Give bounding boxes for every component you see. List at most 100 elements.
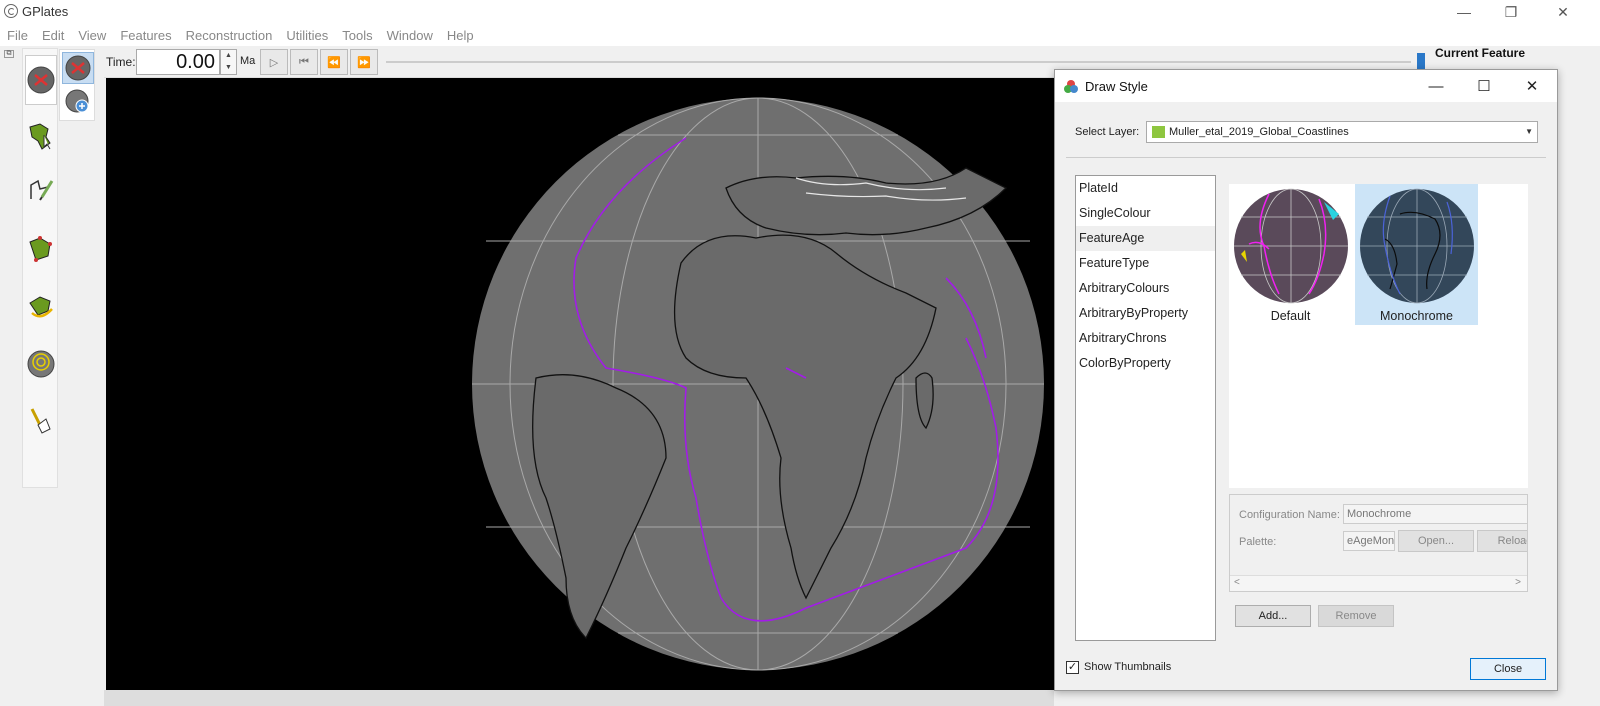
play-button[interactable]: ▷	[260, 49, 288, 75]
pole-manipulation-tool[interactable]	[25, 281, 57, 331]
dialog-title: Draw Style	[1085, 79, 1148, 94]
close-window-button[interactable]: ✕	[1540, 0, 1586, 24]
list-item[interactable]: FeatureAge	[1076, 226, 1215, 251]
globe-tool-options	[59, 49, 95, 121]
scroll-left-icon[interactable]: <	[1234, 577, 1240, 588]
menu-view[interactable]: View	[71, 24, 113, 46]
palette-label: Palette:	[1239, 536, 1277, 548]
digitise-geometry-icon	[30, 179, 54, 201]
measure-distance-tool[interactable]	[25, 395, 57, 445]
dialog-title-bar: Draw Style — ☐ ✕	[1055, 70, 1557, 102]
pole-manipulation-icon	[29, 296, 53, 318]
current-feature-heading: Current Feature	[1435, 46, 1526, 60]
menu-window[interactable]: Window	[380, 24, 440, 46]
config-name-field[interactable]: Monochrome	[1343, 504, 1527, 524]
reload-palette-button[interactable]: Reload	[1477, 530, 1527, 552]
time-label: Time:	[106, 55, 136, 69]
reset-icon: ⏮	[299, 55, 309, 68]
menu-features[interactable]: Features	[113, 24, 178, 46]
select-layer-label: Select Layer:	[1075, 126, 1140, 138]
play-icon: ▷	[269, 56, 279, 69]
menu-help[interactable]: Help	[440, 24, 481, 46]
palette-field[interactable]: eAgeMono	[1343, 531, 1395, 551]
zoom-globe-option[interactable]	[62, 86, 94, 118]
chevron-down-icon: ▼	[1525, 127, 1533, 136]
move-vertex-tool[interactable]	[25, 224, 57, 274]
gplates-logo-icon	[4, 4, 18, 18]
small-circle-tool[interactable]	[25, 339, 57, 389]
drag-globe-option[interactable]	[62, 52, 94, 84]
dialog-close-button[interactable]: ✕	[1509, 70, 1555, 102]
menu-utilities[interactable]: Utilities	[279, 24, 335, 46]
configuration-panel: Configuration Name: Monochrome Palette: …	[1229, 494, 1528, 592]
step-back-icon: ⏪	[327, 56, 341, 69]
selected-layer-value: Muller_etal_2019_Global_Coastlines	[1169, 126, 1349, 138]
time-slider[interactable]	[386, 61, 1411, 63]
toolbar-float-handle[interactable]: ⧉	[4, 50, 14, 58]
window-title: GPlates	[22, 4, 69, 19]
thumbnail-caption: Monochrome	[1380, 309, 1453, 323]
drag-globe-icon	[65, 55, 91, 81]
divider	[1066, 157, 1546, 158]
select-layer-dropdown[interactable]: Muller_etal_2019_Global_Coastlines ▼	[1146, 121, 1538, 143]
thumbnail-default[interactable]: Default	[1229, 184, 1352, 325]
restore-button[interactable]: ❐	[1488, 0, 1534, 24]
reset-button[interactable]: ⏮	[290, 49, 318, 75]
globe-viewport[interactable]	[106, 78, 1056, 690]
close-button[interactable]: Close	[1470, 658, 1546, 680]
list-item[interactable]: ColorByProperty	[1076, 351, 1215, 376]
list-item[interactable]: ArbitraryColours	[1076, 276, 1215, 301]
add-button[interactable]: Add...	[1235, 605, 1311, 627]
time-input[interactable]: 0.00	[136, 49, 220, 75]
time-spinner[interactable]: ▲ ▼	[220, 49, 237, 75]
dialog-minimize-button[interactable]: —	[1413, 70, 1459, 102]
drag-globe-icon	[27, 66, 55, 94]
step-forward-icon: ⏩	[357, 56, 371, 69]
move-vertex-icon	[29, 236, 52, 262]
menu-tools[interactable]: Tools	[335, 24, 379, 46]
thumbnail-monochrome[interactable]: Monochrome	[1355, 184, 1478, 325]
spin-up-icon[interactable]: ▲	[221, 50, 236, 62]
list-item[interactable]: FeatureType	[1076, 251, 1215, 276]
style-thumbnails: Default Monochrome	[1229, 184, 1528, 488]
list-item[interactable]: SingleColour	[1076, 201, 1215, 226]
step-back-button[interactable]: ⏪	[320, 49, 348, 75]
choose-feature-icon	[29, 123, 51, 150]
status-strip	[104, 690, 1054, 706]
zoom-globe-icon	[65, 89, 89, 113]
scroll-right-icon[interactable]: >	[1515, 577, 1521, 588]
digitise-geometry-tool[interactable]	[25, 165, 57, 215]
remove-button[interactable]: Remove	[1318, 605, 1394, 627]
tool-palette: ⧉	[0, 46, 104, 706]
menu-file[interactable]: File	[0, 24, 35, 46]
menu-reconstruction[interactable]: Reconstruction	[179, 24, 280, 46]
step-forward-button[interactable]: ⏩	[350, 49, 378, 75]
config-name-label: Configuration Name:	[1239, 509, 1340, 521]
minimize-button[interactable]: —	[1441, 0, 1487, 24]
monochrome-globe-thumbnail	[1360, 188, 1474, 304]
dialog-maximize-button[interactable]: ☐	[1461, 70, 1507, 102]
spin-down-icon[interactable]: ▼	[221, 62, 236, 74]
horizontal-scrollbar[interactable]: < >	[1230, 575, 1527, 591]
globe-render	[472, 97, 1044, 671]
show-thumbnails-checkbox[interactable]: ✓	[1066, 661, 1079, 674]
default-globe-thumbnail	[1234, 188, 1348, 304]
show-thumbnails-label: Show Thumbnails	[1084, 661, 1172, 673]
measure-distance-icon	[30, 408, 51, 434]
list-item[interactable]: ArbitraryByProperty	[1076, 301, 1215, 326]
layer-color-swatch	[1152, 126, 1165, 138]
draw-style-icon	[1064, 80, 1078, 93]
small-circle-icon	[27, 350, 55, 378]
tool-column	[22, 48, 58, 488]
list-item[interactable]: PlateId	[1076, 176, 1215, 201]
menu-edit[interactable]: Edit	[35, 24, 71, 46]
menu-bar: File Edit View Features Reconstruction U…	[0, 24, 1600, 46]
thumbnail-caption: Default	[1270, 309, 1311, 323]
choose-feature-tool[interactable]	[25, 111, 57, 161]
open-palette-button[interactable]: Open...	[1398, 530, 1474, 552]
style-category-list: PlateId SingleColour FeatureAge FeatureT…	[1075, 175, 1216, 641]
window-title-bar: GPlates — ❐ ✕	[0, 0, 1600, 24]
list-item[interactable]: ArbitraryChrons	[1076, 326, 1215, 351]
draw-style-dialog: Draw Style — ☐ ✕ Select Layer: Muller_et…	[1054, 69, 1558, 691]
drag-globe-tool[interactable]	[25, 55, 57, 105]
